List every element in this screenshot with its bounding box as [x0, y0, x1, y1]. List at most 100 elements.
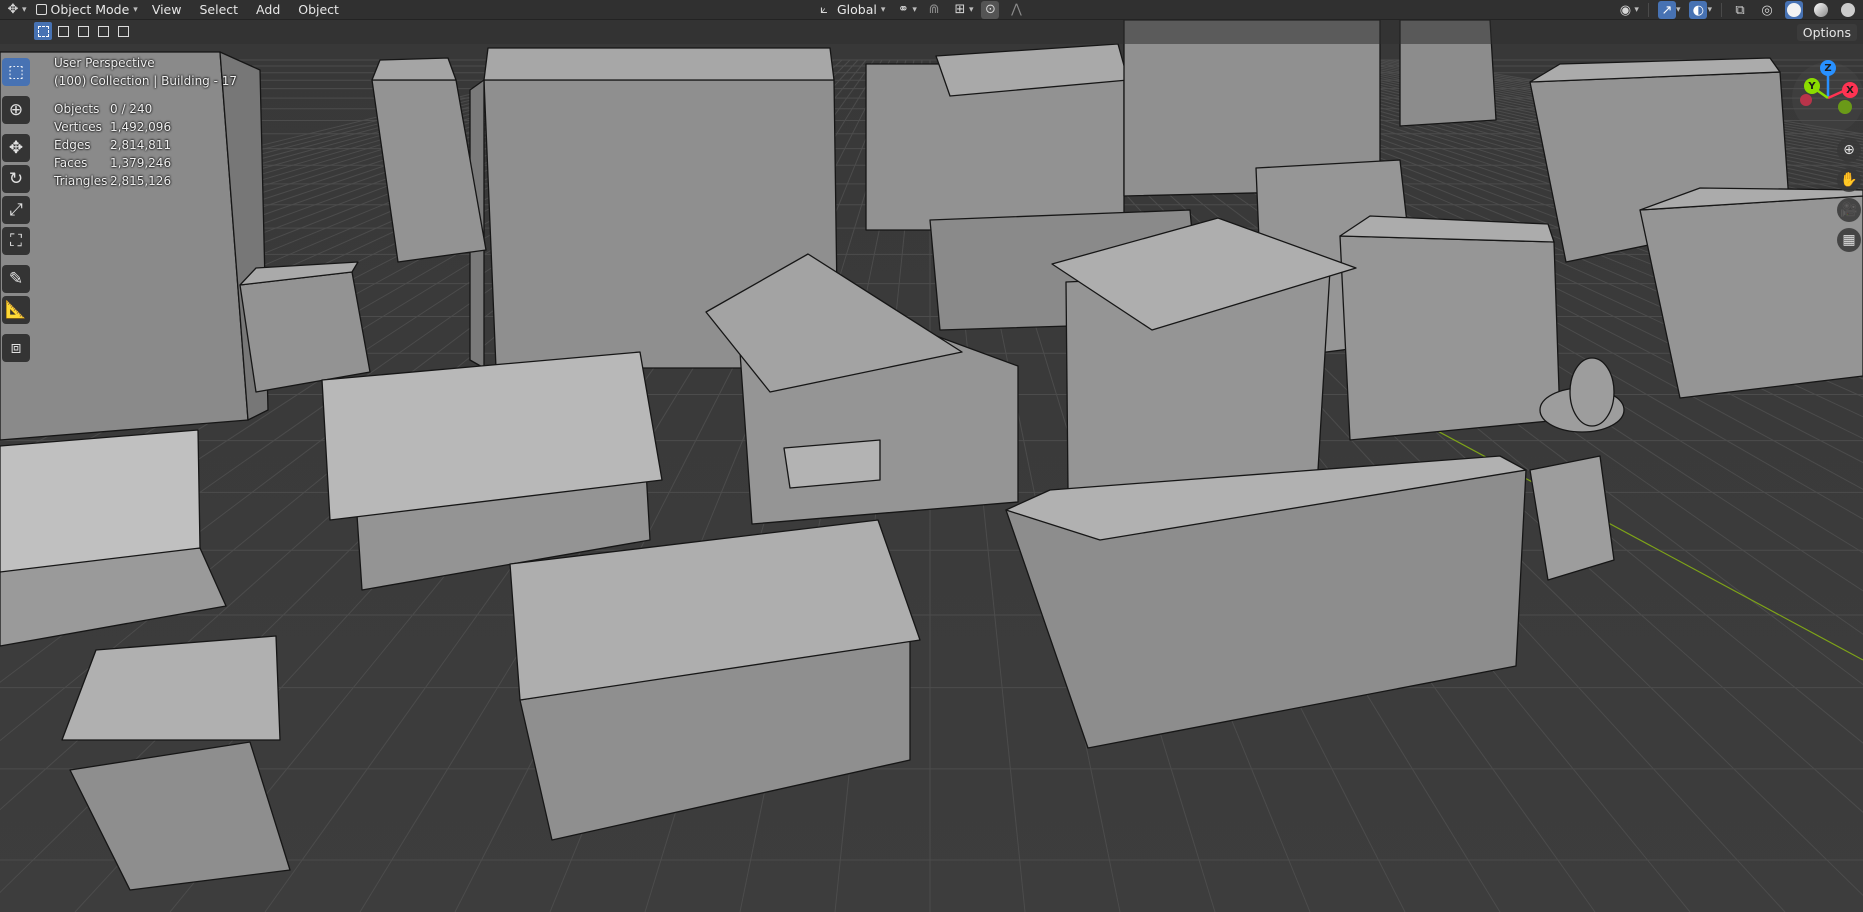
tool-measure[interactable]: 📐 [2, 296, 30, 324]
stat-value-edges: 2,814,811 [110, 138, 172, 152]
xray-icon: ⧉ [1735, 2, 1745, 18]
stat-value-vertices: 1,492,096 [110, 120, 172, 134]
visibility-dropdown[interactable]: ◉ ▾ [1612, 1, 1643, 19]
gizmo-neg-x-axis[interactable] [1800, 94, 1812, 106]
select-subtract-icon [77, 25, 89, 37]
gizmo-icon: ↗ [1657, 1, 1676, 19]
stat-label-objects: Objects [54, 102, 100, 116]
proportional-edit-toggle[interactable]: ⊙ [977, 0, 1003, 19]
menu-add[interactable]: Add [247, 1, 289, 19]
scene-render [0, 0, 1863, 912]
add-cube-icon: ⧈ [10, 338, 22, 358]
magnet-icon: ⋒ [928, 2, 940, 17]
wireframe-shading-icon: ◎ [1761, 2, 1773, 18]
solid-shading-icon [1785, 1, 1803, 19]
perspective-label: User Perspective [54, 56, 155, 70]
orientation-label: Global [837, 2, 877, 17]
pan-button[interactable]: ✋ [1837, 168, 1861, 192]
camera-view-button[interactable]: 🎥 [1837, 198, 1861, 222]
select-new-button[interactable] [34, 22, 52, 40]
falloff-dropdown[interactable]: ⋀ [1003, 1, 1029, 19]
select-new-icon [37, 25, 49, 37]
grid-icon: ▦ [1842, 232, 1856, 248]
pivot-icon: ⚭ [897, 2, 909, 17]
hand-icon: ✋ [1840, 172, 1858, 188]
cursor-icon: ⊕ [8, 100, 24, 120]
chevron-down-icon: ▾ [880, 4, 886, 15]
building-left-annex [239, 261, 371, 393]
shading-rendered[interactable] [1835, 1, 1861, 19]
tool-add-cube[interactable]: ⧈ [2, 334, 30, 362]
stat-value-triangles: 2,815,126 [110, 174, 172, 188]
gizmo-z-axis[interactable]: Z [1820, 60, 1836, 76]
collection-label: (100) Collection | Building - 17 [54, 74, 238, 88]
viewport-header: ✥ ▾ Object Mode ▾ View Select Add Object … [0, 0, 1863, 20]
tool-move[interactable]: ✥ [2, 134, 30, 162]
chevron-down-icon: ▾ [1675, 5, 1681, 15]
mode-label: Object Mode [50, 2, 130, 17]
measure-icon: 📐 [5, 300, 27, 320]
overlays-toggle[interactable]: ◐ ▾ [1685, 1, 1716, 19]
mode-dropdown[interactable]: Object Mode ▾ [31, 1, 143, 19]
menu-view[interactable]: View [143, 1, 191, 19]
select-extend-icon [57, 25, 69, 37]
stat-label-triangles: Triangles [54, 174, 108, 188]
pivot-dropdown[interactable]: ⚭ ▾ [890, 1, 921, 19]
snap-increment-icon: ⊞ [954, 2, 966, 17]
stat-value-faces: 1,379,246 [110, 156, 172, 170]
axes-icon: ✥ [7, 2, 19, 17]
orientation-dropdown[interactable]: ⟀ Global ▾ [810, 1, 890, 19]
transform-icon: ⛶ [10, 231, 22, 251]
select-intersect-button[interactable] [114, 22, 132, 40]
zoom-icon: ⊕ [1843, 142, 1855, 158]
selection-modes [34, 22, 132, 40]
ortho-toggle-button[interactable]: ▦ [1837, 228, 1861, 252]
object-mode-icon [35, 4, 47, 15]
scene-statistics: Objects 0 / 240 Vertices 1,492,096 Edges 2,… [54, 100, 237, 190]
annotate-icon: ✎ [8, 269, 24, 289]
tool-scale[interactable]: ⤢ [2, 196, 30, 224]
menu-object[interactable]: Object [289, 1, 348, 19]
building-right-far [1639, 187, 1863, 399]
chevron-down-icon: ▾ [968, 4, 974, 15]
shading-solid[interactable] [1781, 1, 1807, 19]
stat-value-objects: 0 / 240 [110, 102, 153, 116]
left-toolbar: ⬚ ⊕ ✥ ↻ ⤢ ⛶ ✎ 📐 ⧈ [2, 58, 32, 362]
gizmo-neg-y-axis[interactable] [1838, 100, 1852, 114]
gizmo-x-axis[interactable]: X [1842, 82, 1858, 98]
select-subtract-button[interactable] [74, 22, 92, 40]
chevron-down-icon: ▾ [1634, 5, 1639, 15]
navigation-gizmo[interactable]: Z X Y [1784, 56, 1863, 136]
shading-material[interactable] [1808, 1, 1834, 19]
snap-dropdown[interactable]: ⊞ ▾ [947, 1, 978, 19]
chevron-down-icon: ▾ [1707, 5, 1712, 15]
select-invert-button[interactable] [94, 22, 112, 40]
zoom-button[interactable]: ⊕ [1837, 138, 1861, 162]
tool-transform[interactable]: ⛶ [2, 227, 30, 255]
xray-toggle[interactable]: ⧉ [1727, 1, 1753, 19]
tool-annotate[interactable]: ✎ [2, 265, 30, 293]
select-extend-button[interactable] [54, 22, 72, 40]
chevron-down-icon: ▾ [22, 4, 27, 15]
falloff-icon: ⋀ [1011, 2, 1022, 17]
gizmo-toggle[interactable]: ↗ ▾ [1654, 1, 1685, 19]
options-dropdown[interactable]: Options [1796, 24, 1857, 41]
editor-type-button[interactable]: ✥ ▾ [0, 1, 31, 19]
material-shading-icon [1812, 1, 1830, 19]
snap-toggle[interactable]: ⋒ [921, 1, 947, 19]
eye-icon: ◉ [1619, 2, 1632, 18]
tool-select-box[interactable]: ⬚ [2, 58, 30, 86]
select-intersect-icon [117, 25, 129, 37]
stat-label-vertices: Vertices [54, 120, 102, 134]
gizmo-y-axis[interactable]: Y [1804, 78, 1820, 94]
shading-wireframe[interactable]: ◎ [1754, 1, 1780, 19]
rotate-icon: ↻ [8, 169, 24, 189]
tool-rotate[interactable]: ↻ [2, 165, 30, 193]
camera-icon: 🎥 [1840, 202, 1858, 218]
viewport-info-overlay: User Perspective (100) Collection | Buil… [54, 54, 237, 190]
tool-header [0, 20, 1863, 44]
stat-label-faces: Faces [54, 156, 88, 170]
menu-select[interactable]: Select [190, 1, 247, 19]
3d-viewport[interactable] [0, 0, 1863, 912]
tool-cursor[interactable]: ⊕ [2, 96, 30, 124]
